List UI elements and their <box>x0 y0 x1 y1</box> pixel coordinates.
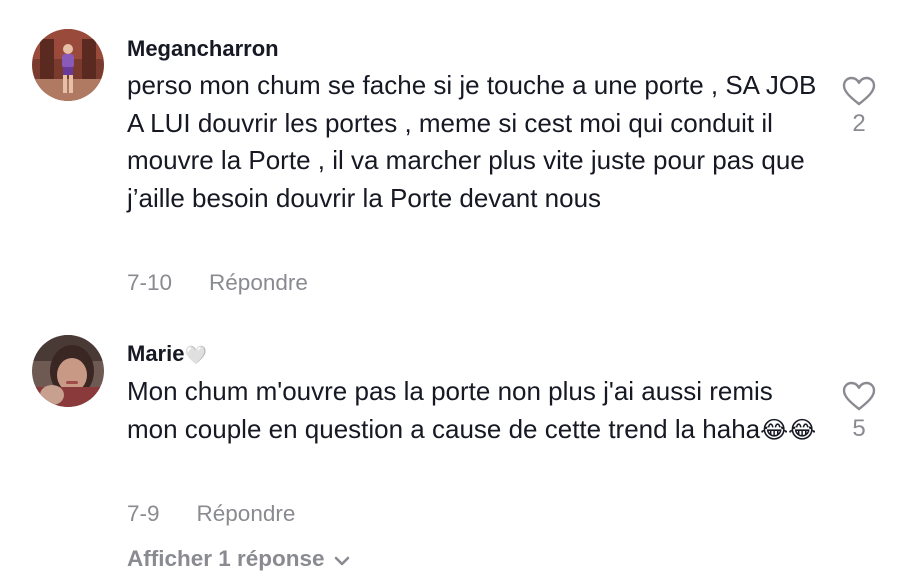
comment-username[interactable]: Marie🤍 <box>127 341 207 367</box>
white-heart-emoji: 🤍 <box>184 345 207 365</box>
view-replies-button[interactable]: Afficher 1 réponse <box>127 546 351 573</box>
like-count: 5 <box>852 415 866 442</box>
comment-text: perso mon chum se fache si je touche a u… <box>127 70 817 213</box>
avatar[interactable] <box>32 29 104 101</box>
comment-username[interactable]: Megancharron <box>127 36 279 62</box>
laughing-emoji: 😂😂 <box>760 416 817 444</box>
heart-icon <box>842 381 876 411</box>
like-button[interactable]: 5 <box>838 381 880 443</box>
comment-meta: 7-9 Répondre <box>127 501 295 527</box>
chevron-down-icon <box>333 547 351 573</box>
profile-photo-icon <box>32 29 104 101</box>
comment-date: 7-10 <box>127 270 173 295</box>
heart-icon <box>842 76 876 106</box>
comment-text: Mon chum m'ouvre pas la porte non plus j… <box>127 376 817 444</box>
view-replies-label: Afficher 1 réponse <box>127 546 325 571</box>
avatar[interactable] <box>32 335 104 407</box>
like-count: 2 <box>852 110 866 137</box>
like-button[interactable]: 2 <box>838 76 880 138</box>
comment-date: 7-9 <box>127 501 160 526</box>
reply-button[interactable]: Répondre <box>209 270 308 295</box>
reply-button[interactable]: Répondre <box>197 501 296 526</box>
profile-photo-icon <box>32 335 104 407</box>
comment-meta: 7-10 Répondre <box>127 270 308 296</box>
